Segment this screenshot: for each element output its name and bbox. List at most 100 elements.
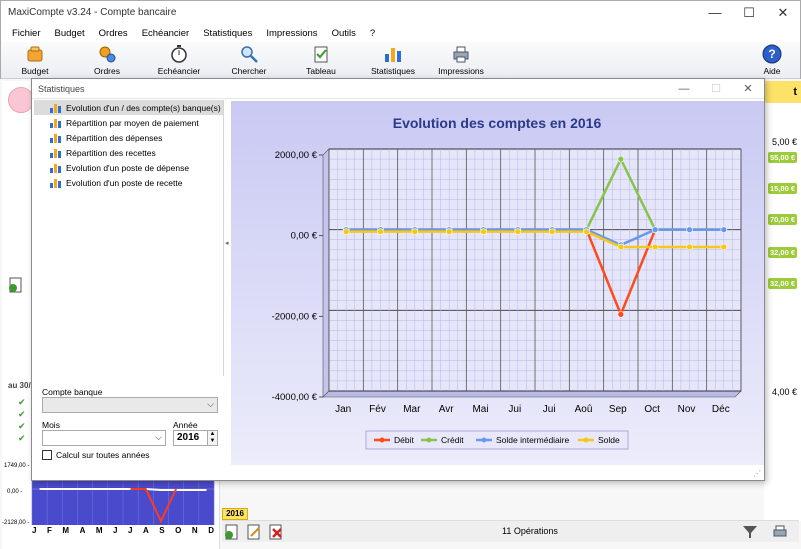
x-tick-label: Avr (439, 404, 454, 415)
menu-help[interactable]: ? (363, 28, 382, 39)
chercher-button[interactable]: Chercher (219, 44, 279, 76)
mini-month-label: M (62, 526, 70, 535)
mini-month-label: O (175, 526, 182, 535)
bar-chart-icon (50, 163, 61, 173)
right-value: 5,00 € (771, 137, 797, 147)
delete-operation-icon[interactable] (268, 524, 284, 540)
stopwatch-icon (171, 45, 187, 63)
tableau-button[interactable]: Tableau (291, 44, 351, 76)
check-icon: ✔ (18, 433, 26, 443)
annee-spinner[interactable]: 2016 ▲ ▼ (173, 430, 218, 446)
compte-select[interactable]: ⌵ (42, 397, 218, 413)
stat-item[interactable]: Répartition des recettes (34, 145, 223, 160)
statistiques-label: Statistiques (371, 66, 415, 76)
printer-icon (453, 46, 469, 63)
echeancier-button[interactable]: Echéancier (149, 44, 209, 76)
close-button[interactable]: ✕ (766, 1, 800, 24)
bar-chart-icon (50, 178, 61, 188)
year-tab[interactable]: 2016 (222, 508, 248, 520)
x-tick-label: Aoû (575, 404, 593, 415)
resize-grip[interactable]: ⋰ (753, 469, 761, 478)
statistics-list: Evolution d'un / des compte(s) banque(s)… (34, 100, 224, 376)
series-point (686, 243, 693, 251)
y-tick-label: -4000,00 € (272, 392, 318, 403)
edit-operation-icon[interactable] (246, 524, 262, 540)
dialog-close-button[interactable]: ✕ (732, 79, 764, 99)
ordres-button[interactable]: Ordres (77, 44, 137, 76)
stat-item[interactable]: Répartition des dépenses (34, 130, 223, 145)
series-point (720, 226, 728, 233)
bar-chart-icon (50, 148, 61, 158)
annee-value: 2016 (177, 432, 200, 443)
app-title: MaxiCompte v3.24 - Compte bancaire (8, 7, 177, 18)
calcul-toutes-annees[interactable]: Calcul sur toutes années (42, 450, 150, 460)
amount-pill: 32,00 € (767, 247, 797, 258)
stat-item-label: Evolution d'un poste de dépense (66, 162, 190, 173)
mini-month-label: S (159, 526, 165, 535)
dialog-titlebar: Statistiques — ☐ ✕ (32, 79, 764, 99)
calcul-checkbox[interactable] (42, 450, 52, 460)
add-operation-icon[interactable] (224, 524, 240, 540)
statistiques-button[interactable]: Statistiques (363, 44, 423, 76)
mini-month-label: F (46, 526, 52, 535)
menu-outils[interactable]: Outils (325, 28, 363, 39)
series-point (651, 226, 659, 233)
stat-item[interactable]: Evolution d'un / des compte(s) banque(s) (34, 100, 223, 115)
mini-month-label: J (128, 526, 133, 535)
statistics-dialog: Statistiques — ☐ ✕ Evolution d'un / des … (31, 78, 765, 481)
stat-item[interactable]: Répartition par moyen de paiement (34, 115, 223, 130)
menu-fichier[interactable]: Fichier (5, 28, 48, 39)
legend-marker (583, 437, 589, 443)
spinner-arrows[interactable]: ▲ ▼ (207, 431, 217, 445)
impressions-button[interactable]: Impressions (431, 44, 491, 76)
series-point (445, 228, 453, 235)
plot-floor (322, 390, 742, 398)
y-tick-label: -2000,00 € (272, 311, 318, 322)
menu-bar: Fichier Budget Ordres Echéancier Statist… (1, 24, 800, 42)
maximize-button[interactable]: ☐ (732, 1, 766, 24)
chevron-down-icon: ⌵ (207, 399, 214, 409)
compte-label: Compte banque (42, 387, 103, 397)
dialog-maximize-button[interactable]: ☐ (700, 79, 732, 99)
menu-budget[interactable]: Budget (48, 28, 92, 39)
x-tick-label: Fév (369, 404, 386, 415)
series-point (720, 243, 728, 251)
series-point (686, 226, 693, 233)
stat-item-label: Evolution d'un poste de recette (66, 177, 183, 188)
right-value: 4,00 € (771, 387, 797, 397)
svg-text:?: ? (768, 47, 775, 61)
dialog-minimize-button[interactable]: — (668, 79, 700, 99)
mini-ytick: -2128,00 - (2, 520, 29, 526)
status-bar: 11 Opérations (222, 520, 799, 542)
stat-item[interactable]: Evolution d'un poste de dépense (34, 160, 223, 175)
add-document-icon[interactable] (8, 277, 24, 293)
x-tick-label: Mai (472, 404, 488, 415)
impressions-label: Impressions (438, 66, 484, 76)
help-icon: ? (762, 44, 782, 64)
splitter-handle[interactable]: ◂ (225, 239, 229, 247)
operations-count: 11 Opérations (502, 526, 558, 536)
bar-chart-icon (50, 133, 61, 143)
menu-echeancier[interactable]: Echéancier (135, 28, 197, 39)
menu-statistiques[interactable]: Statistiques (196, 28, 259, 39)
mini-ytick: 1749,00 - (4, 463, 29, 469)
menu-impressions[interactable]: Impressions (259, 28, 324, 39)
y-tick-label: 2000,00 € (275, 150, 318, 161)
mini-month-label: A (79, 526, 86, 535)
check-icon: ✔ (18, 421, 26, 431)
stat-item[interactable]: Evolution d'un poste de recette (34, 175, 223, 190)
mois-label: Mois (42, 420, 60, 430)
aide-button[interactable]: ? Aide (747, 44, 797, 76)
filter-icon[interactable] (742, 524, 758, 540)
calcul-label: Calcul sur toutes années (56, 450, 150, 460)
minimize-button[interactable]: — (698, 1, 732, 24)
budget-button[interactable]: Budget (5, 44, 65, 76)
legend-marker (379, 437, 385, 443)
menu-ordres[interactable]: Ordres (92, 28, 135, 39)
series-point (617, 243, 625, 251)
toolbar: Budget Ordres Echéancier Chercher Tablea… (1, 42, 800, 79)
legend-marker (481, 437, 487, 443)
stat-item-label: Evolution d'un / des compte(s) banque(s) (66, 102, 221, 113)
mois-select[interactable]: ⌵ (42, 430, 166, 446)
print-icon[interactable] (772, 524, 788, 540)
